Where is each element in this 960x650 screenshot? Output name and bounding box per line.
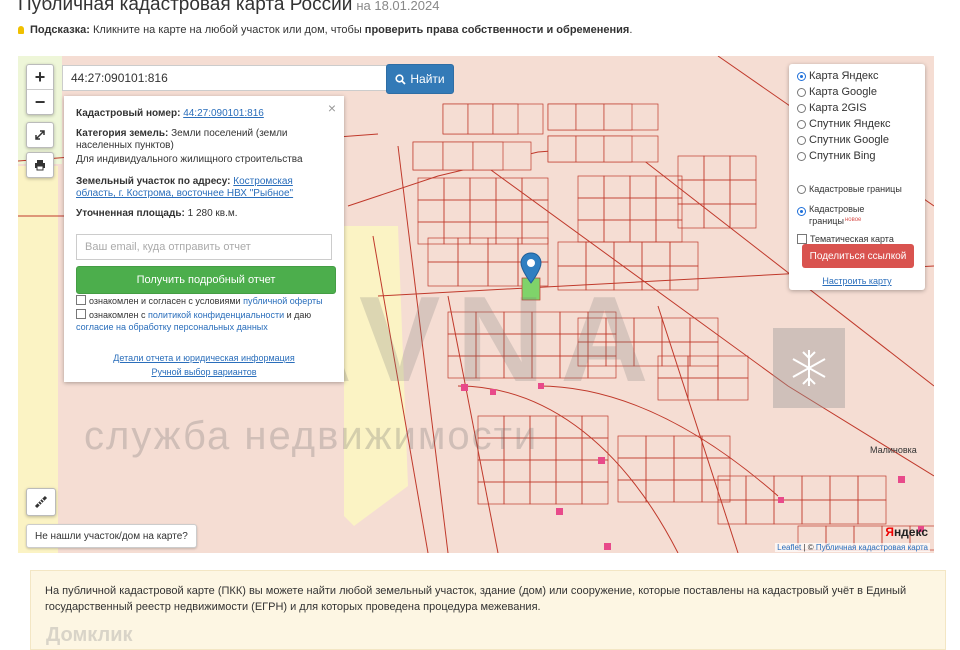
layer-option-label: Карта Яндекс	[809, 70, 879, 82]
yandex-logo-y: Я	[885, 525, 894, 539]
boundaries-old-label: Кадастровые границы	[809, 184, 902, 194]
layer-option-1[interactable]: Карта Google	[797, 86, 877, 98]
layer-radio-3[interactable]	[797, 119, 806, 129]
layer-boundaries-new[interactable]: Кадастровые границыновое	[797, 204, 919, 227]
watermark-subtitle: служба недвижимости	[84, 414, 539, 458]
layer-option-5[interactable]: Спутник Bing	[797, 150, 876, 162]
not-found-button[interactable]: Не нашли участок/дом на карте?	[26, 524, 197, 548]
page-title-text: Публичная кадастровая карта России	[18, 0, 353, 15]
cadastral-number-row: Кадастровый номер: 44:27:090101:816	[76, 108, 332, 120]
cadastral-number-label: Кадастровый номер:	[76, 108, 181, 119]
consent-offer-text: ознакомлен и согласен с условиями	[89, 296, 241, 306]
zoom-control: + −	[26, 64, 54, 115]
zoom-in-button[interactable]: +	[27, 65, 53, 90]
new-badge: новое	[844, 217, 862, 223]
public-offer-link[interactable]: публичной оферты	[243, 296, 323, 306]
parcel-info-popup: × Кадастровый номер: 44:27:090101:816 Ка…	[64, 96, 344, 382]
radio-boundaries-old[interactable]	[797, 184, 806, 194]
boundaries-new-wrap: Кадастровые границыновое	[809, 204, 919, 227]
consent-privacy-mid: и даю	[286, 310, 312, 320]
layer-boundaries-old[interactable]: Кадастровые границы	[797, 184, 902, 194]
hint-bold: проверить права собственности и обремене…	[364, 24, 630, 36]
layer-radio-0[interactable]	[797, 71, 806, 81]
cadastral-number-link[interactable]: 44:27:090101:816	[183, 108, 264, 119]
hint-end: .	[629, 24, 633, 36]
leaflet-link[interactable]: Leaflet	[777, 543, 801, 552]
consent-privacy-text: ознакомлен с	[89, 310, 146, 320]
consent-privacy-checkbox[interactable]	[76, 309, 86, 319]
fullscreen-button[interactable]	[26, 122, 54, 148]
expand-icon	[35, 130, 45, 140]
configure-map-link[interactable]: Настроить карту	[822, 276, 891, 286]
layer-option-label: Карта Google	[809, 86, 877, 98]
hint-text: Кликните на карте на любой участок или д…	[93, 24, 362, 36]
layer-thematic[interactable]: Тематическая карта	[797, 234, 894, 244]
manual-row: Ручной выбор вариантов	[76, 366, 332, 378]
yandex-logo: Яндекс	[885, 525, 928, 539]
watermark-logo	[773, 328, 845, 408]
search-button[interactable]: Найти	[386, 64, 454, 94]
description-text: На публичной кадастровой карте (ПКК) вы …	[45, 585, 907, 613]
radio-boundaries-new[interactable]	[797, 207, 806, 216]
description-box: На публичной кадастровой карте (ПКК) вы …	[30, 570, 946, 650]
search-button-label: Найти	[410, 72, 445, 86]
town-label: Малиновка	[870, 445, 917, 455]
layer-option-label: Спутник Google	[809, 134, 889, 146]
privacy-policy-link[interactable]: политикой конфиденциальности	[148, 310, 284, 320]
consent-privacy-row: ознакомлен с политикой конфиденциальност…	[76, 309, 332, 333]
get-report-button[interactable]: Получить подробный отчет	[76, 266, 336, 294]
domclick-watermark: Домклик	[46, 624, 133, 646]
cadastral-search-input[interactable]	[62, 65, 398, 91]
layer-option-label: Карта 2GIS	[809, 102, 867, 114]
map-attribution: Leaflet | © Публичная кадастровая карта	[775, 543, 930, 552]
land-category-row: Категория земель: Земли поселений (земли…	[76, 128, 332, 152]
area-row: Уточненная площадь: 1 280 кв.м.	[76, 208, 332, 220]
land-category-label: Категория земель:	[76, 128, 169, 139]
yandex-logo-rest: ндекс	[893, 525, 928, 539]
layer-radio-4[interactable]	[797, 135, 806, 145]
layer-option-3[interactable]: Спутник Яндекс	[797, 118, 891, 130]
pkk-link[interactable]: Публичная кадастровая карта	[816, 543, 928, 552]
report-details-link[interactable]: Детали отчета и юридическая информация	[113, 353, 294, 363]
consent-offer-row: ознакомлен и согласен с условиями публич…	[76, 295, 332, 307]
configure-row: Настроить карту	[789, 276, 925, 286]
layer-option-0[interactable]: Карта Яндекс	[797, 70, 878, 82]
thematic-checkbox[interactable]	[797, 234, 807, 244]
hint-label: Подсказка:	[30, 24, 90, 36]
layer-radio-1[interactable]	[797, 87, 806, 97]
layer-option-4[interactable]: Спутник Google	[797, 134, 889, 146]
layer-option-label: Спутник Bing	[809, 150, 876, 162]
ruler-button[interactable]	[26, 488, 56, 516]
page-date: на 18.01.2024	[356, 0, 440, 13]
cadastral-map[interactable]: SLAVNA служба недвижимости + − Найти × К…	[18, 56, 934, 553]
ruler-icon	[34, 495, 48, 509]
layers-panel: Кадастровые границы Кадастровые границын…	[789, 64, 925, 290]
layer-option-2[interactable]: Карта 2GIS	[797, 102, 867, 114]
zoom-out-button[interactable]: −	[27, 90, 53, 114]
layer-option-label: Спутник Яндекс	[809, 118, 891, 130]
snowflake-icon	[792, 350, 826, 386]
thematic-label: Тематическая карта	[810, 234, 894, 244]
printer-icon	[35, 160, 45, 171]
address-label: Земельный участок по адресу:	[76, 176, 231, 187]
print-button[interactable]	[26, 152, 54, 178]
personal-data-link[interactable]: согласие на обработку персональных данны…	[76, 322, 268, 332]
layer-radio-2[interactable]	[797, 103, 806, 113]
layer-radio-5[interactable]	[797, 151, 806, 161]
search-icon	[395, 73, 407, 85]
share-link-button[interactable]: Поделиться ссылкой	[802, 244, 914, 268]
lightbulb-icon	[18, 26, 24, 34]
map-marker-icon[interactable]	[520, 252, 542, 284]
area-value: 1 280 кв.м.	[187, 208, 238, 219]
details-row: Детали отчета и юридическая информация	[76, 352, 332, 364]
email-input[interactable]	[76, 234, 332, 260]
land-usage: Для индивидуального жилищного строительс…	[76, 154, 303, 165]
manual-choice-link[interactable]: Ручной выбор вариантов	[151, 367, 256, 377]
address-row: Земельный участок по адресу: Костромская…	[76, 176, 332, 200]
page-title: Публичная кадастровая карта России на 18.…	[18, 0, 439, 16]
area-label: Уточненная площадь:	[76, 208, 185, 219]
attribution-sep: | ©	[801, 543, 816, 552]
hint-bar: Подсказка: Кликните на карте на любой уч…	[18, 24, 632, 36]
consent-offer-checkbox[interactable]	[76, 295, 86, 305]
